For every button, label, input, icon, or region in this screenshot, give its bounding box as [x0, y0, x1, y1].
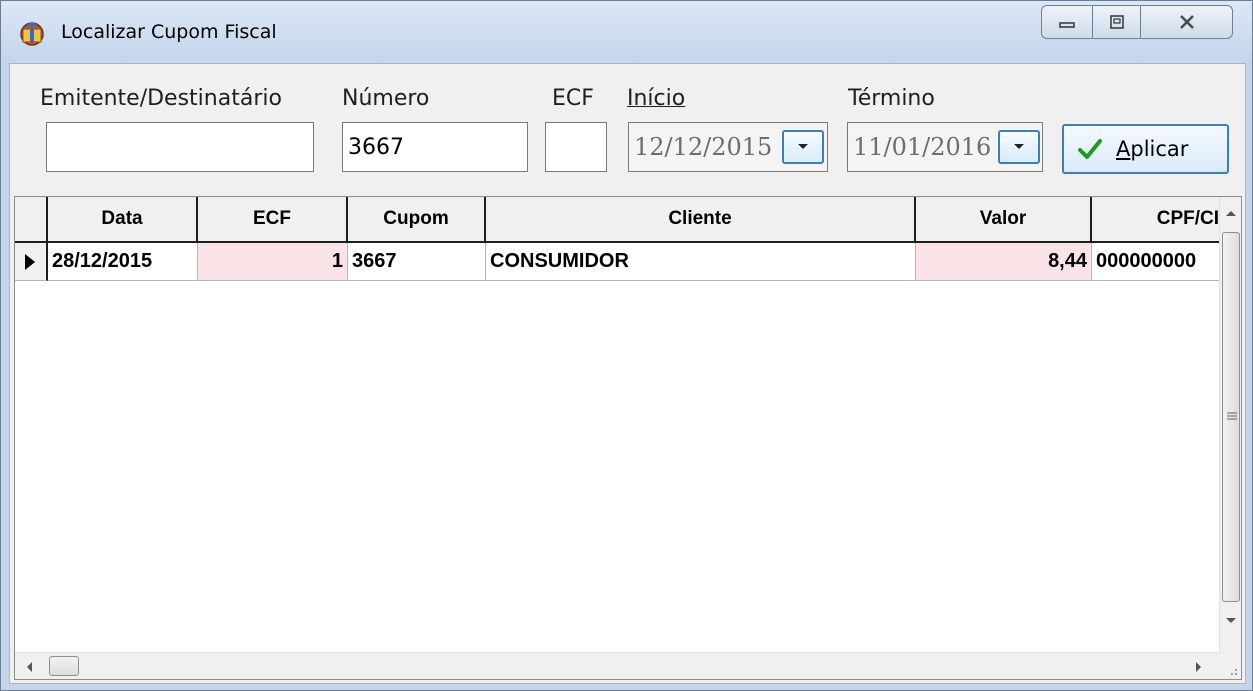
- column-header-data[interactable]: Data: [48, 197, 198, 243]
- title-bar[interactable]: Localizar Cupom Fiscal: [1, 1, 1252, 63]
- minimize-icon: [1059, 22, 1075, 28]
- check-icon: [1078, 139, 1102, 159]
- termino-label: Término: [848, 86, 935, 111]
- apply-button[interactable]: Aplicar: [1062, 124, 1229, 174]
- vertical-scrollbar[interactable]: [1219, 197, 1241, 652]
- horizontal-scrollbar[interactable]: [15, 652, 1219, 679]
- chevron-down-icon: [1014, 144, 1024, 149]
- minimize-button[interactable]: [1041, 5, 1093, 39]
- dialog-body: Emitente/Destinatário Número 3667 ECF In…: [9, 63, 1246, 684]
- grip-icon: [1227, 412, 1237, 420]
- row-indicator: [15, 243, 48, 281]
- table-cell-cliente[interactable]: CONSUMIDOR: [486, 243, 916, 281]
- maximize-icon: [1109, 15, 1124, 29]
- resize-grip-icon: [1231, 669, 1237, 675]
- close-button[interactable]: [1141, 5, 1233, 39]
- vertical-scroll-thumb[interactable]: [1222, 232, 1240, 602]
- column-header-cliente[interactable]: Cliente: [486, 197, 916, 243]
- current-row-arrow-icon: [25, 254, 35, 270]
- scroll-right-arrow-icon[interactable]: [1195, 661, 1203, 673]
- column-header-valor[interactable]: Valor: [916, 197, 1092, 243]
- scroll-down-arrow-icon[interactable]: [1225, 617, 1237, 625]
- apply-label: Aplicar: [1116, 137, 1189, 161]
- chevron-down-icon: [798, 144, 808, 149]
- scroll-up-arrow-icon[interactable]: [1225, 209, 1237, 217]
- ecf-label: ECF: [552, 86, 594, 111]
- caption-buttons: [1041, 5, 1233, 41]
- results-grid[interactable]: Data ECF Cupom Cliente Valor CPF/CI 28/1…: [14, 196, 1242, 680]
- ecf-input[interactable]: [545, 122, 607, 172]
- emitente-label: Emitente/Destinatário: [40, 86, 282, 111]
- column-header-cupom[interactable]: Cupom: [348, 197, 486, 243]
- close-icon: [1179, 15, 1194, 29]
- table-cell-cpf[interactable]: 000000000: [1092, 243, 1219, 281]
- horizontal-scroll-thumb[interactable]: [49, 656, 79, 676]
- table-cell-cupom[interactable]: 3667: [348, 243, 486, 281]
- dialog-window: Localizar Cupom Fiscal Emitente/Destinat…: [0, 0, 1253, 691]
- size-grip[interactable]: [1219, 652, 1241, 679]
- numero-input[interactable]: 3667: [342, 122, 528, 172]
- window-title: Localizar Cupom Fiscal: [61, 21, 277, 43]
- termino-dropdown-button[interactable]: [998, 130, 1040, 164]
- inicio-label: Início: [627, 86, 686, 111]
- table-cell-valor[interactable]: 8,44: [916, 243, 1092, 281]
- emitente-input[interactable]: [46, 122, 314, 172]
- table-cell-data[interactable]: 28/12/2015: [48, 243, 198, 281]
- maximize-button[interactable]: [1093, 5, 1141, 39]
- column-header-ecf[interactable]: ECF: [198, 197, 348, 243]
- column-header-cpf[interactable]: CPF/CI: [1092, 197, 1219, 243]
- table-cell-ecf[interactable]: 1: [198, 243, 348, 281]
- scroll-left-arrow-icon[interactable]: [25, 661, 33, 673]
- row-indicator-header: [15, 197, 48, 243]
- numero-label: Número: [342, 86, 430, 111]
- app-gift-icon: [20, 22, 44, 46]
- inicio-dropdown-button[interactable]: [782, 130, 824, 164]
